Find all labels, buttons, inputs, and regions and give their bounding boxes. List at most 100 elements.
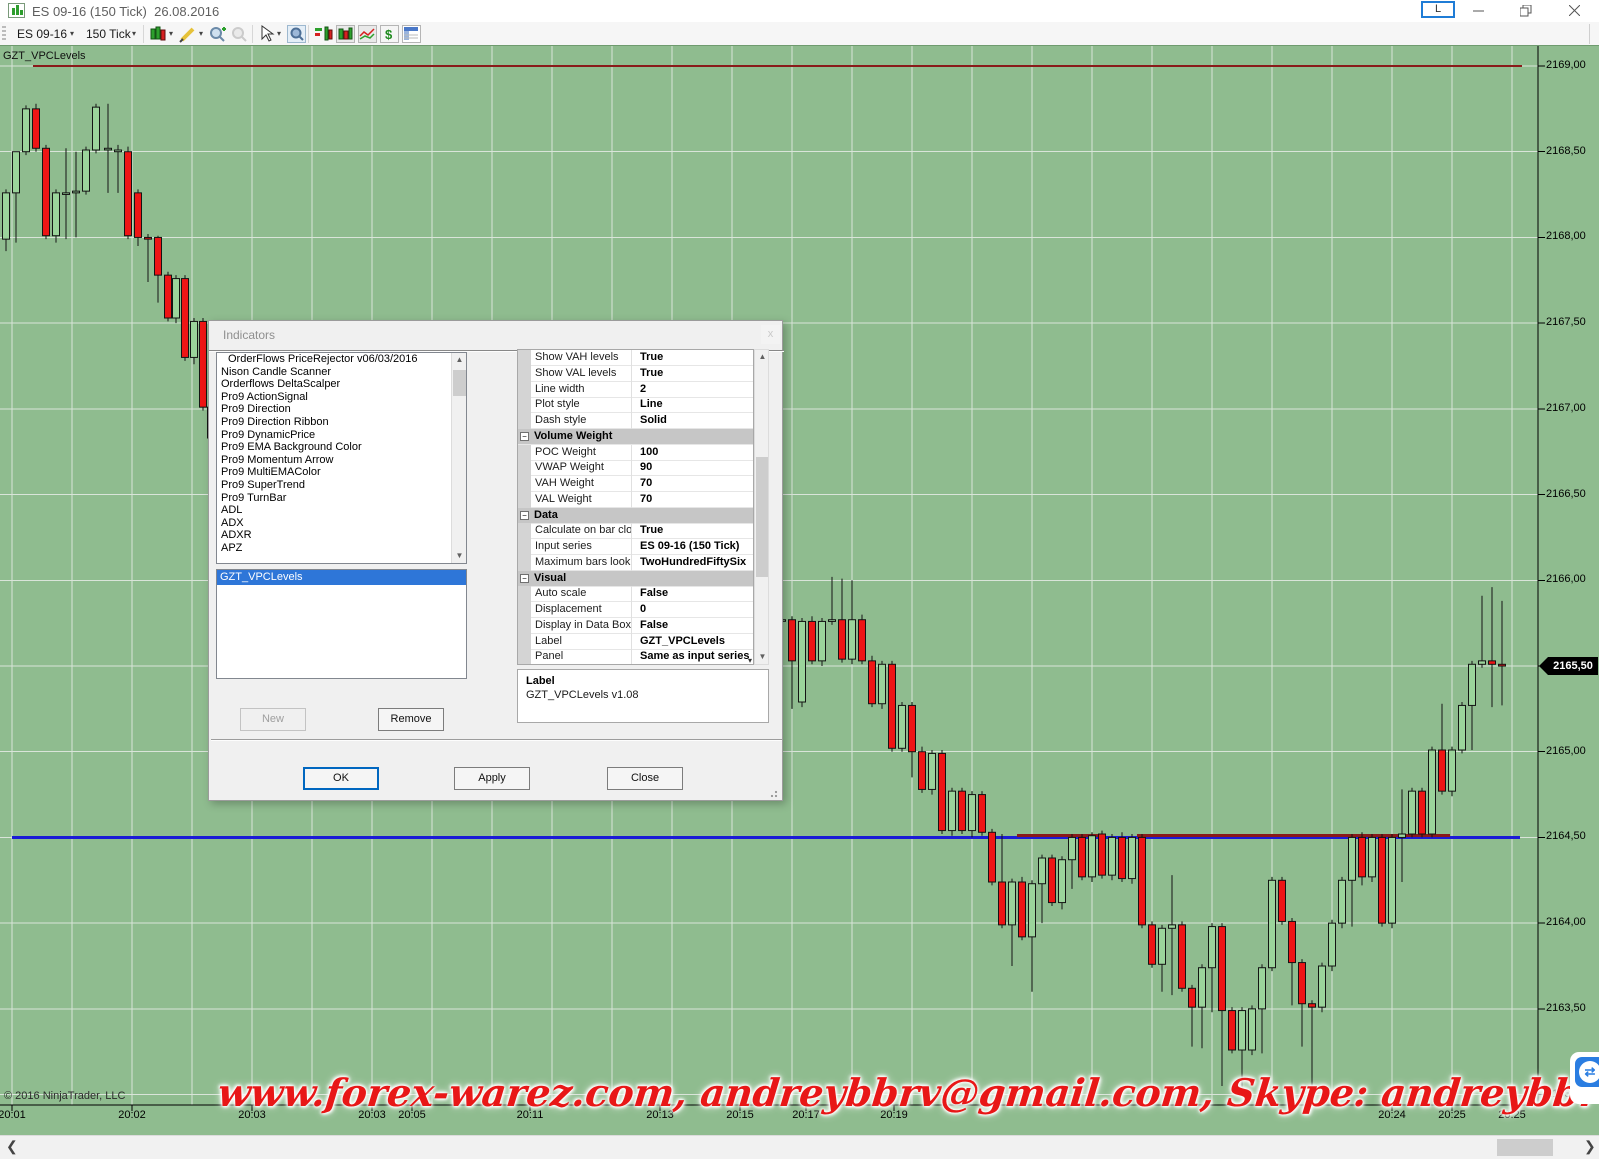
indicator-list-item[interactable]: Pro9 Direction Ribbon [217, 416, 466, 429]
scrollbar-thumb[interactable] [453, 370, 466, 396]
indicator-list-item[interactable]: Pro9 Momentum Arrow [217, 454, 466, 467]
period-selector[interactable]: 150 Tick [86, 27, 131, 41]
mini-chart-icon[interactable] [358, 25, 377, 43]
collapse-icon[interactable]: − [520, 432, 529, 441]
candlestick-style-icon[interactable] [149, 25, 168, 43]
resize-grip[interactable] [770, 788, 780, 798]
selected-indicators-list[interactable]: GZT_VPCLevels [216, 569, 467, 679]
collapse-icon[interactable]: − [520, 574, 529, 583]
property-row[interactable]: Input seriesES 09-16 (150 Tick) [518, 539, 754, 555]
minimize-button[interactable] [1461, 0, 1495, 21]
indicator-list-item[interactable]: Pro9 ActionSignal [217, 391, 466, 404]
indicator-list-item[interactable]: Pro9 TurnBar [217, 492, 466, 505]
restore-button[interactable] [1509, 0, 1543, 21]
selected-indicator-item[interactable]: GZT_VPCLevels [217, 570, 466, 585]
property-section-row[interactable]: −Visual [518, 571, 754, 587]
scrollbar-thumb[interactable] [756, 457, 768, 577]
dialog-close-button[interactable]: x [761, 325, 780, 344]
close-button[interactable] [1557, 0, 1591, 21]
property-row[interactable]: PanelSame as input series▾ [518, 649, 754, 665]
property-row[interactable]: Displacement0 [518, 602, 754, 618]
period-caret-icon[interactable]: ▾ [132, 29, 136, 38]
indicator-list-item[interactable]: ADL [217, 504, 466, 517]
indicator-list-item[interactable]: Orderflows DeltaScalper [217, 378, 466, 391]
chart-trader-icon[interactable] [314, 25, 333, 43]
properties-scrollbar[interactable]: ▲ ▼ [754, 349, 769, 665]
indicator-list-item[interactable]: Pro9 Direction [217, 403, 466, 416]
property-value[interactable]: 70 [636, 476, 754, 492]
data-grid-icon[interactable] [402, 25, 421, 43]
property-row[interactable]: Calculate on bar closeTrue [518, 523, 754, 539]
draw-pencil-icon[interactable] [179, 25, 198, 43]
indicator-list-item[interactable]: Pro9 MultiEMAColor [217, 466, 466, 479]
indicators-dialog[interactable]: Indicators x OrderFlows PriceRejector v0… [208, 320, 783, 801]
property-section-row[interactable]: −Data [518, 508, 754, 524]
toolbar-overflow[interactable] [1589, 24, 1598, 44]
dollar-icon[interactable]: $ [380, 25, 399, 43]
draw-caret-icon[interactable]: ▾ [199, 29, 203, 38]
property-value[interactable]: 70 [636, 492, 754, 508]
indicator-list-item[interactable]: Pro9 DynamicPrice [217, 429, 466, 442]
property-row[interactable]: VWAP Weight90 [518, 460, 754, 476]
property-row[interactable]: VAH Weight70 [518, 476, 754, 492]
dialog-close-action-button[interactable]: Close [607, 767, 683, 790]
language-button[interactable]: L [1421, 1, 1455, 18]
property-value[interactable]: True [636, 366, 754, 382]
dropdown-caret-icon[interactable]: ▾ [748, 653, 752, 665]
scroll-up-icon[interactable]: ▲ [755, 350, 770, 364]
window-titlebar[interactable]: ES 09-16 (150 Tick) 26.08.2016 L [0, 0, 1599, 22]
property-value[interactable]: True [636, 350, 754, 366]
cursor-icon[interactable] [258, 25, 277, 43]
indicator-list-item[interactable]: Nison Candle Scanner [217, 366, 466, 379]
property-value[interactable]: False [636, 618, 754, 634]
property-value[interactable]: Same as input series [636, 649, 754, 665]
property-row[interactable]: POC Weight100 [518, 445, 754, 461]
scroll-up-icon[interactable]: ▲ [452, 353, 467, 367]
property-row[interactable]: Display in Data BoxFalse [518, 618, 754, 634]
property-value[interactable]: ES 09-16 (150 Tick) [636, 539, 754, 555]
market-depth-icon[interactable] [336, 25, 355, 43]
property-value[interactable]: TwoHundredFiftySix [636, 555, 754, 571]
instrument-selector[interactable]: ES 09-16 [17, 27, 67, 41]
style-caret-icon[interactable]: ▾ [169, 29, 173, 38]
horizontal-scrollbar[interactable]: ❮ ❯ [0, 1135, 1599, 1159]
ok-button[interactable]: OK [303, 767, 379, 790]
indicator-list-item[interactable]: OrderFlows PriceRejector v06/03/2016 [217, 353, 466, 366]
property-row[interactable]: LabelGZT_VPCLevels [518, 634, 754, 650]
property-value[interactable]: False [636, 586, 754, 602]
property-row[interactable]: Auto scaleFalse [518, 586, 754, 602]
indicator-list-scrollbar[interactable]: ▲ ▼ [451, 353, 466, 563]
property-row[interactable]: Dash styleSolid [518, 413, 754, 429]
property-value[interactable]: Line [636, 397, 754, 413]
available-indicators-list[interactable]: OrderFlows PriceRejector v06/03/2016Niso… [216, 352, 467, 564]
indicator-properties-grid[interactable]: Show VAH levelsTrueShow VAL levelsTrueLi… [517, 349, 754, 665]
property-value[interactable]: True [636, 523, 754, 539]
toolbar-grip[interactable] [2, 26, 6, 42]
zoom-out-icon[interactable] [230, 25, 249, 43]
property-value[interactable]: 90 [636, 460, 754, 476]
scroll-down-icon[interactable]: ▼ [452, 549, 467, 563]
property-value[interactable]: 0 [636, 602, 754, 618]
collapse-icon[interactable]: − [520, 511, 529, 520]
property-row[interactable]: Line width2 [518, 382, 754, 398]
indicator-list-item[interactable]: ADXR [217, 529, 466, 542]
property-row[interactable]: Show VAL levelsTrue [518, 366, 754, 382]
property-value[interactable]: 2 [636, 382, 754, 398]
indicator-list-item[interactable]: Pro9 EMA Background Color [217, 441, 466, 454]
remove-button[interactable]: Remove [378, 708, 444, 731]
indicator-list-item[interactable]: ADX [217, 517, 466, 530]
data-box-icon[interactable] [287, 25, 306, 43]
property-section-row[interactable]: −Volume Weight [518, 429, 754, 445]
property-value[interactable]: 100 [636, 445, 754, 461]
scrollbar-thumb[interactable] [1497, 1139, 1553, 1156]
instrument-caret-icon[interactable]: ▾ [70, 29, 74, 38]
zoom-in-icon[interactable] [208, 25, 227, 43]
scroll-left-icon[interactable]: ❮ [6, 1138, 18, 1155]
new-button[interactable]: New [240, 708, 306, 731]
teamviewer-icon[interactable]: ⇄ [1570, 1052, 1599, 1104]
property-row[interactable]: Show VAH levelsTrue [518, 350, 754, 366]
scroll-down-icon[interactable]: ▼ [755, 650, 770, 664]
scroll-right-icon[interactable]: ❯ [1584, 1138, 1596, 1155]
property-row[interactable]: Plot styleLine [518, 397, 754, 413]
cursor-caret-icon[interactable]: ▾ [277, 29, 281, 38]
